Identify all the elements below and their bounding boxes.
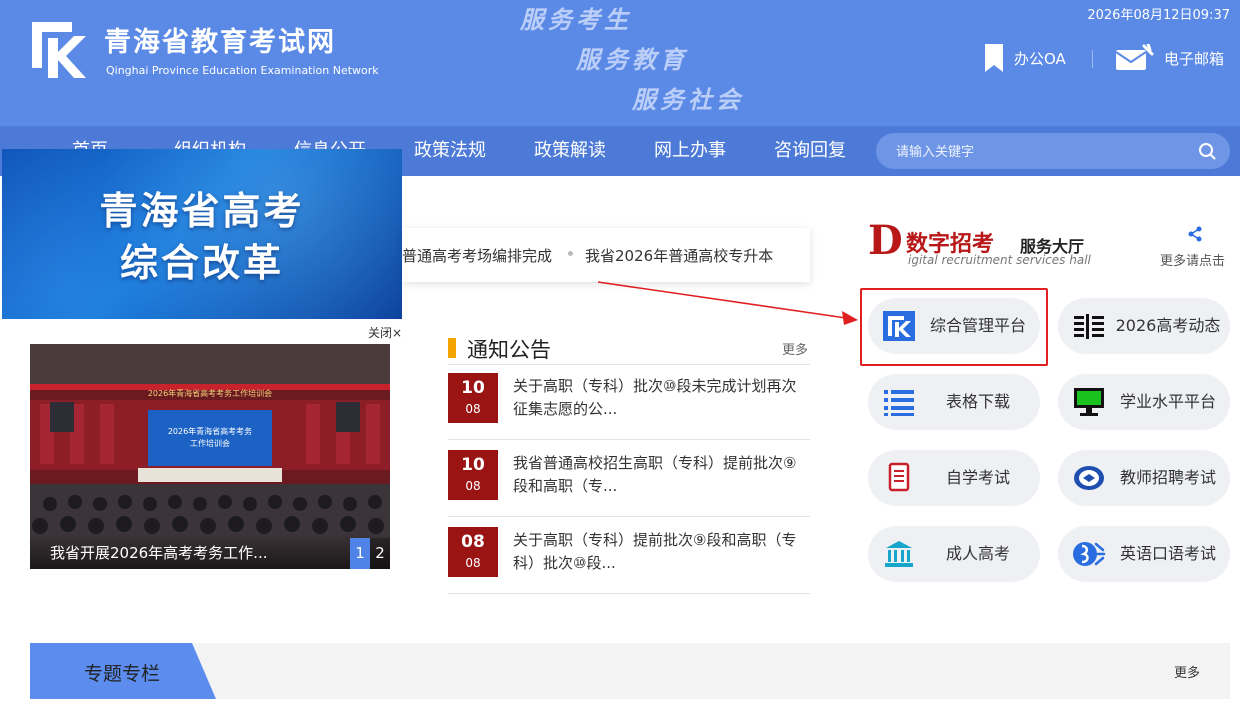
slide-page-2[interactable]: 2 [370, 538, 390, 569]
news-list-icon [1074, 314, 1104, 339]
service-label: 2026高考动态 [1115, 316, 1221, 335]
nav-consultation[interactable]: 咨询回复 [774, 126, 846, 176]
bookmark-icon [985, 44, 1003, 72]
banner-line-2: 综合改革 [119, 241, 284, 285]
banner-close-button[interactable]: 关闭× [368, 324, 402, 341]
topics-more-link[interactable]: 更多 [1174, 662, 1200, 681]
nav-online-services[interactable]: 网上办事 [654, 126, 726, 176]
digital-logo-letter: D [868, 217, 903, 264]
service-gaokao-news[interactable]: 2026高考动态 [1058, 298, 1230, 354]
service-academic-platform[interactable]: 学业水平平台 [1058, 374, 1230, 430]
header-divider [1092, 50, 1093, 68]
office-oa-label: 办公OA [1014, 49, 1066, 68]
notice-link[interactable]: 关于高职（专科）批次⑩段未完成计划再次征集志愿的公... [513, 375, 805, 421]
screen-text-2: 工作培训会 [190, 438, 230, 448]
table-list-icon [884, 390, 914, 416]
building-icon [885, 541, 913, 567]
notice-marker [448, 338, 456, 358]
slide-caption[interactable]: 我省开展2026年高考考务工作... [50, 542, 267, 563]
notice-day: 10 [461, 455, 485, 475]
qhks-logo-icon[interactable] [28, 18, 90, 82]
notice-date: 08 08 [448, 527, 498, 577]
notice-more-link[interactable]: 更多 [782, 339, 808, 358]
news-slideshow[interactable]: 2026年青海省高考考务工作培训会 2026年青海省高考考务 工作培训会 我省开… [30, 344, 390, 569]
site-header: 青海省教育考试网 Qinghai Province Education Exam… [0, 0, 1240, 126]
site-title[interactable]: 青海省教育考试网 [104, 20, 336, 59]
notice-item[interactable]: 10 08 我省普通高校招生高职（专科）提前批次⑨段和高职（专... [448, 440, 810, 517]
conference-banner-text: 2026年青海省高考考务工作培训会 [148, 388, 272, 398]
email-link[interactable]: 电子邮箱 [1114, 44, 1224, 72]
search-input[interactable] [896, 143, 1198, 159]
service-label: 自学考试 [945, 468, 1010, 487]
service-label: 综合管理平台 [929, 316, 1026, 335]
slogan-1: 服务考生 [520, 5, 632, 34]
news-ticker: 普通高考考场编排完成 我省2026年普通高校专升本 [402, 228, 810, 282]
search-icon[interactable] [1198, 142, 1216, 160]
ticker-separator [568, 251, 574, 256]
site-subtitle: Qinghai Province Education Examination N… [106, 64, 379, 77]
search-box [876, 133, 1230, 169]
mail-icon [1115, 44, 1154, 70]
service-teacher-recruitment[interactable]: 教师招聘考试 [1058, 450, 1230, 506]
notice-item[interactable]: 08 08 关于高职（专科）提前批次⑨段和高职（专科）批次⑩段... [448, 517, 810, 594]
notice-month: 08 [465, 479, 481, 493]
service-label: 学业水平平台 [1119, 392, 1216, 411]
slogan-3: 服务社会 [632, 85, 744, 114]
slogan-2: 服务教育 [576, 45, 688, 74]
ticker-item[interactable]: 普通高考考场编排完成 [402, 245, 552, 266]
service-oral-english[interactable]: 英语口语考试 [1058, 526, 1230, 582]
share-icon[interactable] [1187, 226, 1203, 242]
digital-subtitle: igital recruitment services hall [908, 253, 1091, 267]
banner-line-1: 青海省高考 [99, 189, 305, 233]
notice-day: 10 [461, 378, 485, 398]
notice-heading: 通知公告 [467, 338, 551, 362]
service-management-platform[interactable]: 综合管理平台 [868, 298, 1040, 354]
notice-item[interactable]: 10 08 关于高职（专科）批次⑩段未完成计划再次征集志愿的公... [448, 363, 810, 440]
document-icon [888, 462, 910, 492]
teacher-badge-icon [1074, 466, 1104, 490]
email-label: 电子邮箱 [1164, 49, 1225, 68]
nav-policy-rules[interactable]: 政策法规 [414, 126, 486, 176]
banner-text: 青海省高考 综合改革 [2, 185, 402, 289]
notice-link[interactable]: 我省普通高校招生高职（专科）提前批次⑨段和高职（专... [513, 452, 805, 498]
service-adult-exam[interactable]: 成人高考 [868, 526, 1040, 582]
service-label: 表格下载 [945, 392, 1010, 411]
speech-icon [1073, 542, 1106, 566]
notice-day: 08 [461, 532, 485, 552]
notice-month: 08 [465, 402, 481, 416]
service-label: 成人高考 [945, 544, 1010, 563]
service-label: 教师招聘考试 [1119, 468, 1216, 487]
reform-banner[interactable]: 青海省高考 综合改革 [2, 149, 402, 319]
notice-date: 10 08 [448, 450, 498, 500]
service-form-download[interactable]: 表格下载 [868, 374, 1040, 430]
slide-page-1[interactable]: 1 [350, 538, 370, 569]
service-self-study-exam[interactable]: 自学考试 [868, 450, 1040, 506]
ticker-item[interactable]: 我省2026年普通高校专升本 [585, 245, 773, 266]
office-oa-link[interactable]: 办公OA [984, 44, 1066, 72]
management-platform-icon [883, 311, 915, 341]
topics-heading: 专题专栏 [84, 663, 161, 685]
notice-month: 08 [465, 556, 481, 570]
screen-text-1: 2026年青海省高考考务 [168, 426, 252, 436]
more-services-link[interactable]: 更多请点击 [1160, 250, 1225, 269]
nav-policy-interpretation[interactable]: 政策解读 [534, 126, 606, 176]
current-datetime: 2026年08月12日09:37 [1087, 8, 1230, 23]
notice-link[interactable]: 关于高职（专科）提前批次⑨段和高职（专科）批次⑩段... [513, 529, 805, 575]
monitor-icon [1074, 388, 1104, 416]
notice-date: 10 08 [448, 373, 498, 423]
service-label: 英语口语考试 [1119, 544, 1216, 563]
